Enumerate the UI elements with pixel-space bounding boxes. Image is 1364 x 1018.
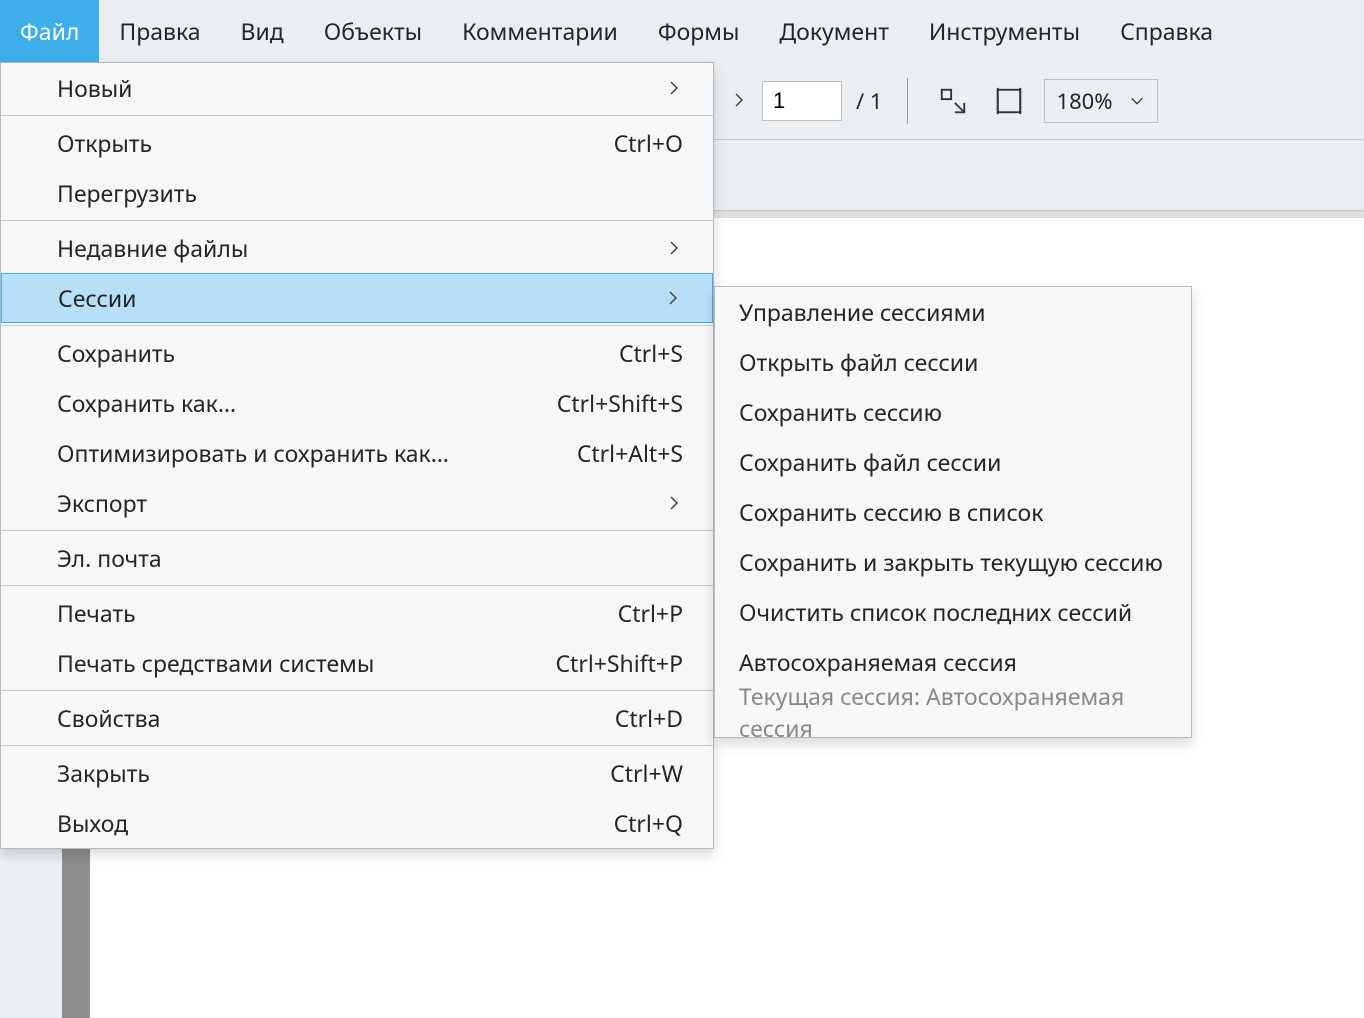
- menu-item-shortcut: Ctrl+D: [615, 702, 683, 734]
- menu-item-label: Открыть файл сессии: [739, 346, 978, 378]
- menu-item-export[interactable]: Экспорт: [1, 478, 713, 528]
- submenu-item-current-session-label: Текущая сессия: Автосохраняемая сессия: [715, 687, 1191, 737]
- menu-separator: [1, 585, 713, 586]
- menu-comments[interactable]: Комментарии: [442, 0, 638, 62]
- menu-item-shortcut: Ctrl+Q: [614, 807, 683, 839]
- menu-item-label: Открыть: [57, 127, 152, 159]
- menu-item-label: Оптимизировать и сохранить как…: [57, 437, 449, 469]
- menu-item-new[interactable]: Новый: [1, 63, 713, 113]
- menu-separator: [1, 530, 713, 531]
- chevron-right-icon: [665, 232, 683, 264]
- menubar: Файл Правка Вид Объекты Комментарии Форм…: [0, 0, 1364, 62]
- page-number-input[interactable]: [762, 81, 842, 121]
- submenu-item-clear-recent[interactable]: Очистить список последних сессий: [715, 587, 1191, 637]
- menu-item-open[interactable]: Открыть Ctrl+O: [1, 118, 713, 168]
- menu-item-label: Текущая сессия: Автосохраняемая сессия: [739, 680, 1167, 744]
- menu-document[interactable]: Документ: [759, 0, 909, 62]
- chevron-right-icon: [665, 72, 683, 104]
- menu-item-close[interactable]: Закрыть Ctrl+W: [1, 748, 713, 798]
- submenu-item-open-session-file[interactable]: Открыть файл сессии: [715, 337, 1191, 387]
- menu-item-shortcut: Ctrl+W: [610, 757, 683, 789]
- menu-item-label: Сохранить файл сессии: [739, 446, 1001, 478]
- menu-item-label: Сохранить сессию: [739, 396, 942, 428]
- menu-forms[interactable]: Формы: [638, 0, 760, 62]
- menu-item-label: Закрыть: [57, 757, 150, 789]
- menu-help[interactable]: Справка: [1100, 0, 1233, 62]
- menu-item-label: Управление сессиями: [739, 296, 986, 328]
- menu-separator: [1, 220, 713, 221]
- submenu-item-save-session-file[interactable]: Сохранить файл сессии: [715, 437, 1191, 487]
- menu-item-shortcut: Ctrl+Alt+S: [577, 437, 683, 469]
- menu-item-label: Сохранить как…: [57, 387, 236, 419]
- menu-item-optimize-save-as[interactable]: Оптимизировать и сохранить как… Ctrl+Alt…: [1, 428, 713, 478]
- menu-item-properties[interactable]: Свойства Ctrl+D: [1, 693, 713, 743]
- menu-separator: [1, 690, 713, 691]
- menu-item-label: Автосохраняемая сессия: [739, 646, 1017, 678]
- toolbar-separator: [907, 78, 908, 124]
- fit-width-icon[interactable]: [988, 80, 1030, 122]
- menu-item-email[interactable]: Эл. почта: [1, 533, 713, 583]
- menu-separator: [1, 325, 713, 326]
- menu-item-shortcut: Ctrl+P: [618, 597, 683, 629]
- chevron-right-icon: [664, 282, 682, 314]
- menu-objects[interactable]: Объекты: [304, 0, 442, 62]
- menu-item-label: Экспорт: [57, 487, 147, 519]
- menu-item-label: Очистить список последних сессий: [739, 596, 1132, 628]
- menu-item-label: Сохранить: [57, 337, 175, 369]
- menu-item-recent-files[interactable]: Недавние файлы: [1, 223, 713, 273]
- menu-item-shortcut: Ctrl+Shift+P: [556, 647, 684, 679]
- submenu-item-save-close-current[interactable]: Сохранить и закрыть текущую сессию: [715, 537, 1191, 587]
- menu-item-label: Сохранить и закрыть текущую сессию: [739, 546, 1163, 578]
- page-total-label: / 1: [856, 86, 883, 116]
- menu-item-sessions[interactable]: Сессии: [1, 273, 713, 323]
- menu-item-save[interactable]: Сохранить Ctrl+S: [1, 328, 713, 378]
- submenu-item-save-to-list[interactable]: Сохранить сессию в список: [715, 487, 1191, 537]
- submenu-item-save-session[interactable]: Сохранить сессию: [715, 387, 1191, 437]
- menu-item-label: Свойства: [57, 702, 160, 734]
- menu-file[interactable]: Файл: [0, 0, 99, 62]
- menu-item-shortcut: Ctrl+Shift+S: [557, 387, 683, 419]
- menu-item-label: Печать: [57, 597, 136, 629]
- menu-item-label: Новый: [57, 72, 132, 104]
- menu-item-reload[interactable]: Перегрузить: [1, 168, 713, 218]
- menu-item-quit[interactable]: Выход Ctrl+Q: [1, 798, 713, 848]
- menu-item-label: Сессии: [58, 282, 136, 314]
- menu-item-label: Перегрузить: [57, 177, 197, 209]
- file-menu-dropdown: Новый Открыть Ctrl+O Перегрузить Недавни…: [0, 62, 714, 849]
- menu-item-save-as[interactable]: Сохранить как… Ctrl+Shift+S: [1, 378, 713, 428]
- menu-item-label: Сохранить сессию в список: [739, 496, 1043, 528]
- menu-item-label: Недавние файлы: [57, 232, 248, 264]
- menu-item-label: Эл. почта: [57, 542, 162, 574]
- zoom-value: 180%: [1057, 86, 1113, 116]
- menu-item-shortcut: Ctrl+O: [614, 127, 683, 159]
- chevron-right-icon: [665, 487, 683, 519]
- menu-view[interactable]: Вид: [221, 0, 304, 62]
- page-next-icon[interactable]: [730, 86, 748, 116]
- menu-separator: [1, 115, 713, 116]
- zoom-select[interactable]: 180%: [1044, 79, 1158, 123]
- menu-item-label: Выход: [57, 807, 128, 839]
- menu-item-label: Печать средствами системы: [57, 647, 374, 679]
- menu-edit[interactable]: Правка: [99, 0, 220, 62]
- chevron-down-icon: [1129, 93, 1145, 109]
- menu-tools[interactable]: Инструменты: [909, 0, 1100, 62]
- submenu-item-manage-sessions[interactable]: Управление сессиями: [715, 287, 1191, 337]
- menu-item-shortcut: Ctrl+S: [619, 337, 683, 369]
- sessions-submenu: Управление сессиями Открыть файл сессии …: [714, 286, 1192, 738]
- fit-page-icon[interactable]: [932, 80, 974, 122]
- menu-item-print-system[interactable]: Печать средствами системы Ctrl+Shift+P: [1, 638, 713, 688]
- menu-item-print[interactable]: Печать Ctrl+P: [1, 588, 713, 638]
- menu-separator: [1, 745, 713, 746]
